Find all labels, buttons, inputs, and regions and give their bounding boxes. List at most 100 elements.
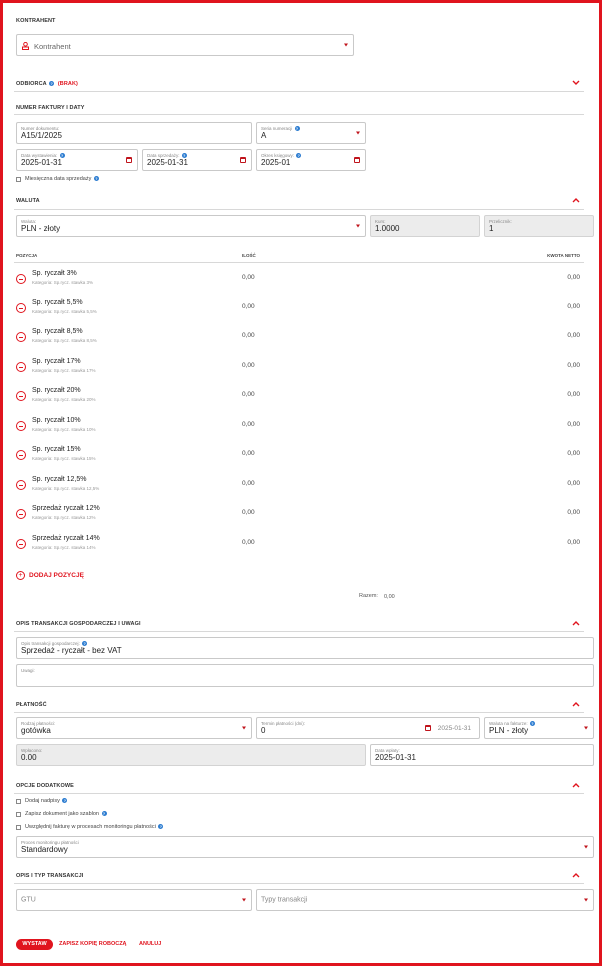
wplacono-field: Wpłacono: 0.00 [16,744,366,766]
help-icon: ? [529,721,535,727]
add-icon[interactable]: + [16,571,25,580]
okres-ksiegowy-field[interactable]: Okres księgowy: ? 2025-01 [256,149,366,171]
seria-numeracji-select[interactable]: Seria numeracji ? A [256,122,366,144]
wystaw-button[interactable]: WYSTAW [16,939,53,950]
row-kwota[interactable]: 0,00 [540,362,580,369]
zapisz-kopie-button[interactable]: ZAPISZ KOPIĘ ROBOCZĄ [59,941,127,947]
row-kwota[interactable]: 0,00 [540,421,580,428]
chevron-up-icon[interactable] [571,701,581,709]
row-ilosc[interactable]: 0,00 [242,480,255,487]
waluta-select[interactable]: Waluta: PLN - złoty [16,215,366,237]
row-name[interactable]: Sp. ryczałt 5,5% [32,299,83,306]
data-sprzedazy-value: 2025-01-31 [147,158,188,167]
remove-row-icon[interactable] [16,391,26,401]
row-kwota[interactable]: 0,00 [540,509,580,516]
przelicznik-value: 1 [489,224,494,233]
row-name[interactable]: Sprzedaż ryczałt 12% [32,505,100,512]
row-name[interactable]: Sp. ryczałt 3% [32,270,77,277]
chevron-down-icon[interactable] [571,80,581,88]
section-waluta-title: WALUTA [16,198,40,204]
remove-row-icon[interactable] [16,332,26,342]
chevron-down-icon [242,726,246,730]
remove-row-icon[interactable] [16,421,26,431]
kontrahent-select[interactable]: Kontrahent [16,34,354,56]
dodaj-pozycje-button[interactable]: DODAJ POZYCJĘ [29,572,84,579]
gtu-select[interactable]: GTU [16,889,252,911]
opis-transakcji-field[interactable]: Opis transakcji gospodarczej: ? Sprzedaż… [16,637,594,659]
row-name[interactable]: Sp. ryczałt 17% [32,358,81,365]
odbiorca-label: ODBIORCA [16,81,47,87]
help-icon[interactable]: ? [49,81,55,87]
row-ilosc[interactable]: 0,00 [242,421,255,428]
waluta-faktury-select[interactable]: Waluta na fakturze: ? PLN - złoty [484,717,594,739]
col-ilosc-header: ILOŚĆ [242,253,256,258]
row-category: Kategoria: Sp.rycz. stawka 12,5% [32,486,100,491]
row-name[interactable]: Sp. ryczałt 15% [32,446,81,453]
row-category: Kategoria: Sp.rycz. stawka 12% [32,515,96,520]
remove-row-icon[interactable] [16,450,26,460]
razem-label: Razem: [359,593,378,599]
chevron-up-icon[interactable] [571,620,581,628]
uwagi-field[interactable]: Uwagi: [16,664,594,687]
chevron-up-icon[interactable] [571,197,581,205]
row-ilosc[interactable]: 0,00 [242,539,255,546]
remove-row-icon[interactable] [16,539,26,549]
row-kwota[interactable]: 0,00 [540,303,580,310]
chevron-up-icon[interactable] [571,782,581,790]
data-sprzedazy-field[interactable]: Data sprzedaży: ? 2025-01-31 [142,149,252,171]
numer-dokumentu-field[interactable]: Numer dokumentu: A15/1/2025 [16,122,252,144]
row-kwota[interactable]: 0,00 [540,539,580,546]
row-name[interactable]: Sp. ryczałt 20% [32,387,81,394]
row-name[interactable]: Sp. ryczałt 10% [32,417,81,424]
calendar-icon[interactable] [126,157,132,163]
miesieczna-checkbox[interactable] [16,177,21,182]
row-kwota[interactable]: 0,00 [540,391,580,398]
row-name[interactable]: Sp. ryczałt 8,5% [32,328,83,335]
nadpisy-checkbox[interactable] [16,799,21,804]
remove-row-icon[interactable] [16,303,26,313]
data-wplaty-value: 2025-01-31 [375,753,416,762]
divider [14,793,584,794]
row-kwota[interactable]: 0,00 [540,274,580,281]
chevron-up-icon[interactable] [571,872,581,880]
calendar-icon[interactable] [240,157,246,163]
calendar-icon[interactable] [425,725,431,731]
calendar-icon[interactable] [354,157,360,163]
row-ilosc[interactable]: 0,00 [242,332,255,339]
row-ilosc[interactable]: 0,00 [242,303,255,310]
szablon-checkbox[interactable] [16,812,21,817]
row-ilosc[interactable]: 0,00 [242,391,255,398]
przelicznik-field: Przelicznik: 1 [484,215,594,237]
help-icon: ? [158,824,164,830]
row-ilosc[interactable]: 0,00 [242,362,255,369]
rodzaj-platnosci-select[interactable]: Rodzaj płatności: gotówka [16,717,252,739]
row-kwota[interactable]: 0,00 [540,450,580,457]
row-name[interactable]: Sp. ryczałt 12,5% [32,476,86,483]
row-ilosc[interactable]: 0,00 [242,274,255,281]
termin-platnosci-label: Termin płatności (dni): [261,721,306,726]
odbiorca-badge: (BRAK) [57,81,78,87]
typy-transakcji-placeholder: Typy transakcji [261,896,308,904]
data-wystawienia-field[interactable]: Data wystawienia: ? 2025-01-31 [16,149,138,171]
remove-row-icon[interactable] [16,509,26,519]
typy-transakcji-select[interactable]: Typy transakcji [256,889,594,911]
row-ilosc[interactable]: 0,00 [242,509,255,516]
row-kwota[interactable]: 0,00 [540,480,580,487]
row-kwota[interactable]: 0,00 [540,332,580,339]
remove-row-icon[interactable] [16,274,26,284]
okres-ksiegowy-value: 2025-01 [261,158,291,167]
seria-numeracji-value: A [261,131,267,140]
row-name[interactable]: Sprzedaż ryczałt 14% [32,535,100,542]
kontrahent-placeholder: Kontrahent [34,42,71,51]
remove-row-icon[interactable] [16,362,26,372]
row-category: Kategoria: Sp.rycz. stawka 17% [32,368,96,373]
proces-monitoringu-select[interactable]: Proces monitoringu płatności Standardowy [16,836,594,858]
row-ilosc[interactable]: 0,00 [242,450,255,457]
remove-row-icon[interactable] [16,480,26,490]
proces-monitoringu-value: Standardowy [21,845,68,854]
data-wplaty-field[interactable]: Data wpłaty: 2025-01-31 [370,744,594,766]
monitoring-checkbox[interactable] [16,825,21,830]
anuluj-button[interactable]: ANULUJ [139,941,161,947]
termin-platnosci-field[interactable]: Termin płatności (dni): 0 2025-01-31 [256,717,480,739]
szablon-label: Zapisz dokument jako szablon ? [25,811,107,817]
